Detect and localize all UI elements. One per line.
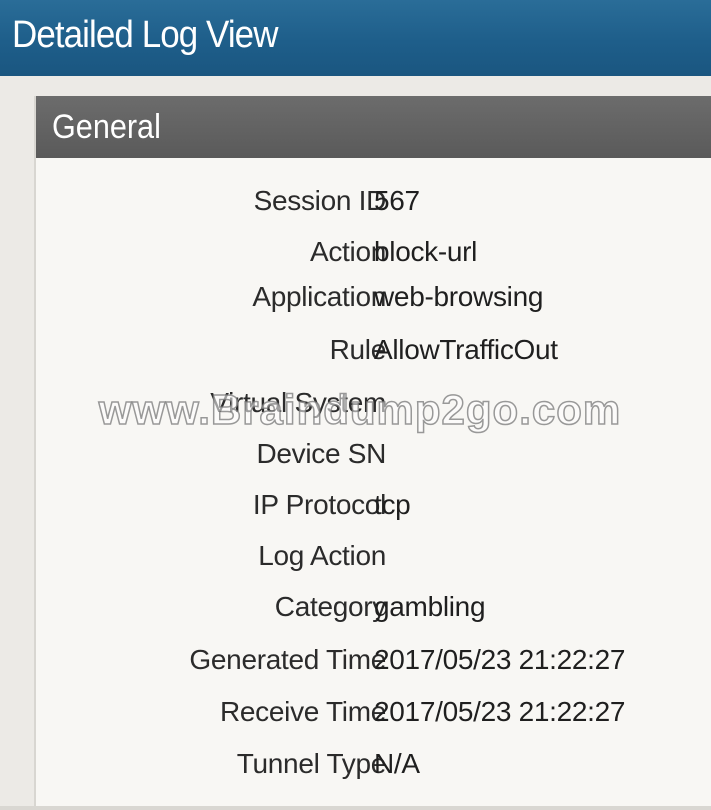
field-label: IP Protocol bbox=[252, 489, 386, 520]
field-row-tunnel-type: Tunnel Type N/A bbox=[36, 748, 711, 788]
section-header[interactable]: General bbox=[36, 96, 711, 158]
window-title: Detailed Log View bbox=[12, 14, 278, 56]
field-row-device-sn: Device SN bbox=[36, 438, 711, 478]
field-label: Receive Time bbox=[219, 696, 386, 727]
field-value: 2017/05/23 21:22:27 bbox=[374, 696, 626, 727]
field-value: tcp bbox=[374, 489, 411, 520]
field-label: Device SN bbox=[256, 438, 386, 469]
field-row-rule: Rule AllowTrafficOut bbox=[36, 334, 711, 374]
field-label: Session ID bbox=[253, 185, 387, 216]
field-row-application: Application web-browsing bbox=[36, 281, 711, 321]
field-value: 567 bbox=[374, 185, 420, 216]
field-value: gambling bbox=[374, 591, 486, 622]
field-value: web-browsing bbox=[374, 281, 544, 312]
field-label: Application bbox=[252, 281, 386, 312]
field-row-action: Action block-url bbox=[36, 236, 711, 276]
field-row-generated-time: Generated Time 2017/05/23 21:22:27 bbox=[36, 644, 711, 684]
field-row-receive-time: Receive Time 2017/05/23 21:22:27 bbox=[36, 696, 711, 736]
field-label: Generated Time bbox=[189, 644, 386, 675]
field-value: block-url bbox=[374, 236, 478, 267]
bottom-edge bbox=[0, 806, 711, 810]
section-title: General bbox=[52, 108, 161, 146]
field-row-log-action: Log Action bbox=[36, 540, 711, 580]
field-value: 2017/05/23 21:22:27 bbox=[374, 644, 626, 675]
field-value: AllowTrafficOut bbox=[374, 334, 558, 365]
field-row-session-id: Session ID 567 bbox=[36, 185, 711, 225]
field-row-ip-protocol: IP Protocol tcp bbox=[36, 489, 711, 529]
general-panel: General Session ID 567 Action block-url … bbox=[34, 96, 711, 808]
field-label: Tunnel Type bbox=[236, 748, 387, 779]
field-row-category: Category gambling bbox=[36, 591, 711, 631]
field-row-virtual-system: Virtual System bbox=[36, 387, 711, 427]
field-label: Virtual System bbox=[210, 387, 386, 418]
window-titlebar: Detailed Log View bbox=[0, 0, 711, 76]
field-label: Category bbox=[274, 591, 387, 622]
field-label: Log Action bbox=[258, 540, 386, 571]
field-value: N/A bbox=[374, 748, 420, 779]
